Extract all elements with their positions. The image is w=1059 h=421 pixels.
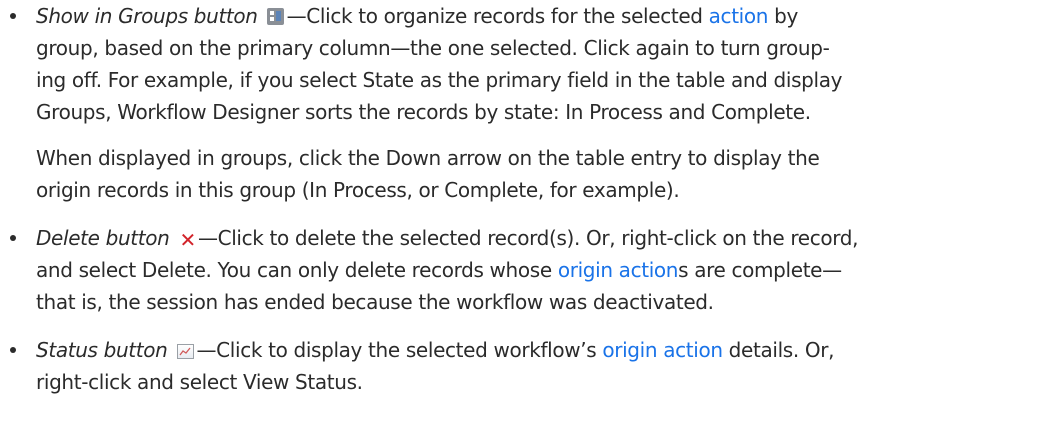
link-origin-action[interactable]: origin action (602, 338, 723, 362)
term-status: Status button (36, 338, 168, 362)
text-line: ing off. For example, if you select Stat… (36, 68, 843, 92)
paragraph-groups-followup: When displayed in groups, click the Down… (36, 142, 1056, 206)
bullet (10, 13, 16, 19)
text-line: Delete button ✕ —Click to delete the sele… (36, 222, 1056, 254)
paragraph-show-in-groups: Show in Groups button —Click to organize… (36, 0, 1056, 128)
text-line: Status button —Click to display the sele… (36, 334, 1056, 366)
term-delete: Delete button (36, 226, 170, 250)
text-line: that is, the session has ended because t… (36, 290, 714, 314)
bullet (10, 235, 16, 241)
text-span: and select Delete. You can only delete r… (36, 258, 558, 282)
text-line: right-click and select View Status. (36, 370, 363, 394)
paragraph-status: Status button —Click to display the sele… (36, 334, 1056, 398)
bullet (10, 347, 16, 353)
text-span: —Click to organize records for the selec… (286, 4, 709, 28)
text-span: —Click to display the selected workflow’… (196, 338, 603, 362)
status-icon (176, 344, 194, 359)
help-document: Show in Groups button —Click to organize… (0, 0, 1059, 421)
text-line: and select Delete. You can only delete r… (36, 254, 1056, 286)
text-line: Show in Groups button —Click to organize… (36, 0, 1056, 32)
text-line: origin records in this group (In Process… (36, 178, 680, 202)
text-line: Groups, Workflow Designer sorts the reco… (36, 100, 811, 124)
link-action[interactable]: action (709, 4, 769, 28)
text-line: group, based on the primary column—the o… (36, 36, 830, 60)
delete-icon: ✕ (179, 228, 197, 252)
show-in-groups-icon (266, 8, 284, 25)
term-show-in-groups: Show in Groups button (36, 4, 258, 28)
text-span: s are complete— (678, 258, 842, 282)
text-span: details. Or, (722, 338, 835, 362)
text-span: by (768, 4, 798, 28)
text-line: When displayed in groups, click the Down… (36, 146, 820, 170)
text-span: —Click to delete the selected record(s).… (197, 226, 859, 250)
link-origin-action[interactable]: origin action (558, 258, 679, 282)
paragraph-delete: Delete button ✕ —Click to delete the sele… (36, 222, 1056, 318)
